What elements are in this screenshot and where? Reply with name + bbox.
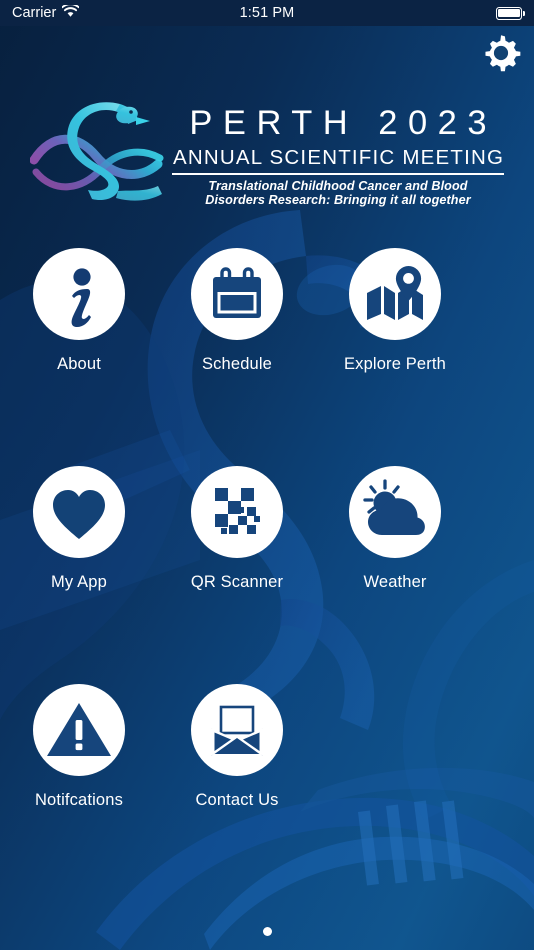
calendar-icon (213, 267, 261, 318)
menu-tile-notifications[interactable]: Notifcations (0, 684, 158, 902)
menu-grid-row: Notifcations Contact Us (0, 684, 534, 902)
menu-tile-label: Weather (363, 573, 427, 591)
page-indicator-dot-1[interactable] (262, 927, 272, 936)
contact-us-icon-circle (191, 684, 283, 776)
app-screen: Carrier 1:51 PM PERTH 2023 ANNUAL SCIENT… (0, 0, 534, 950)
menu-tile-label: Schedule (201, 355, 272, 373)
schedule-icon-circle (191, 248, 283, 340)
menu-tile-schedule[interactable]: Schedule (158, 248, 316, 466)
heart-icon (53, 490, 105, 539)
sun-cloud-icon (363, 479, 425, 535)
menu-tile-my-app[interactable]: My App (0, 466, 158, 684)
menu-tile-label: Contact Us (195, 791, 279, 809)
warning-triangle-icon (47, 703, 111, 756)
logo-divider (171, 173, 505, 175)
battery-icon (496, 6, 525, 20)
logo-tagline-line-1: Translational Childhood Cancer and Blood (208, 178, 468, 193)
page-indicator (0, 927, 534, 936)
menu-tile-contact-us[interactable]: Contact Us (158, 684, 316, 902)
menu-grid-row: My App QR Scanner Weather (0, 466, 534, 684)
gear-icon (485, 35, 521, 72)
envelope-icon (211, 700, 263, 756)
info-icon (71, 268, 91, 327)
explore-perth-icon-circle (349, 248, 441, 340)
swan-dna-helix-logo-icon (29, 102, 164, 201)
menu-tile-label: Explore Perth (344, 355, 446, 373)
map-pin-icon (367, 266, 423, 320)
status-bar: Carrier 1:51 PM (0, 0, 534, 26)
my-app-icon-circle (33, 466, 125, 558)
menu-tile-label: About (57, 355, 101, 373)
status-bar-right (496, 6, 525, 20)
qr-code-icon (215, 488, 260, 534)
menu-tile-label: Notifcations (34, 791, 123, 809)
logo-wordmark: PERTH 2023 ANNUAL SCIENTIFIC MEETING Tra… (171, 104, 505, 208)
menu-tile-qr-scanner[interactable]: QR Scanner (158, 466, 316, 684)
logo-title: PERTH 2023 (189, 104, 498, 143)
qr-scanner-icon-circle (191, 466, 283, 558)
notifications-icon-circle (33, 684, 125, 776)
menu-grid-row: About Schedule Explore Perth (0, 248, 534, 466)
weather-icon-circle (349, 466, 441, 558)
about-icon-circle (33, 248, 125, 340)
menu-tile-label: QR Scanner (190, 573, 284, 591)
menu-tile-about[interactable]: About (0, 248, 158, 466)
status-bar-clock: 1:51 PM (239, 5, 295, 21)
menu-grid: About Schedule Explore Perth My App QR S… (0, 248, 534, 902)
menu-tile-explore-perth[interactable]: Explore Perth (316, 248, 474, 466)
event-logo: PERTH 2023 ANNUAL SCIENTIFIC MEETING Tra… (0, 96, 534, 216)
logo-tagline-line-2: Disorders Research: Bringing it all toge… (205, 193, 471, 208)
menu-tile-label: My App (51, 573, 107, 591)
menu-tile-weather[interactable]: Weather (316, 466, 474, 684)
settings-button[interactable] (478, 30, 524, 76)
menu-tile-empty (316, 684, 474, 902)
logo-subtitle: ANNUAL SCIENTIFIC MEETING (173, 145, 505, 169)
